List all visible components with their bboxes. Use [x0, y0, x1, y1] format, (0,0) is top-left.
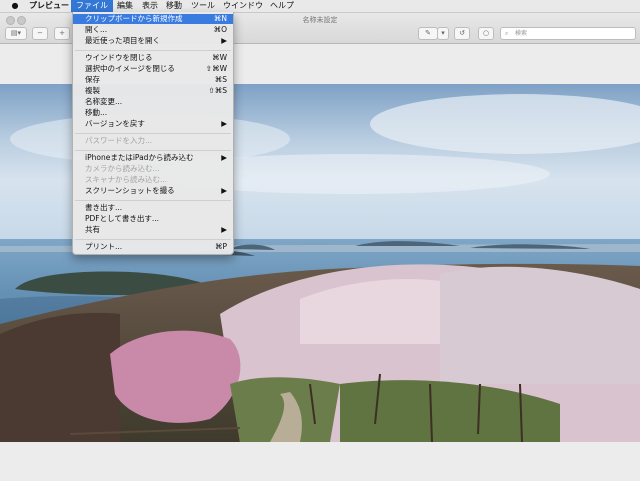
- menu-separator: [75, 239, 231, 240]
- menu-separator: [75, 133, 231, 134]
- submenu-arrow-icon: ▶: [221, 153, 227, 162]
- submenu-arrow-icon: ▶: [221, 36, 227, 45]
- menu-item-enter-password: パスワードを入力...: [85, 136, 153, 145]
- markup-dropdown-icon[interactable]: ▾: [437, 27, 449, 40]
- submenu-arrow-icon: ▶: [221, 225, 227, 234]
- apple-menu-icon[interactable]: ●: [10, 0, 20, 12]
- menu-tools[interactable]: ツール: [186, 0, 220, 12]
- rotate-icon[interactable]: ↺: [454, 27, 470, 40]
- menu-separator: [75, 150, 231, 151]
- markup-pen-icon[interactable]: ✎: [418, 27, 438, 40]
- menu-edit[interactable]: 編集: [112, 0, 138, 12]
- menu-item-new-from-clipboard[interactable]: クリップボードから新規作成 ⌘N: [73, 14, 233, 24]
- search-placeholder: 検索: [515, 30, 528, 37]
- annotate-icon[interactable]: ○: [478, 27, 494, 40]
- search-field[interactable]: ⌕ 検索: [500, 27, 636, 40]
- submenu-arrow-icon: ▶: [221, 119, 227, 128]
- menu-item-rename[interactable]: 名称変更...: [73, 97, 233, 107]
- menu-separator: [75, 200, 231, 201]
- menu-go[interactable]: 移動: [161, 0, 187, 12]
- menu-item-save[interactable]: 保存 ⌘S: [73, 75, 233, 85]
- menu-item-import-from-scanner: スキャナから読み込む...: [85, 175, 168, 184]
- menu-item-export-as-pdf[interactable]: PDFとして書き出す...: [73, 214, 233, 224]
- sidebar-toggle-button[interactable]: ▤▾: [5, 27, 27, 40]
- menu-item-share[interactable]: 共有 ▶: [73, 225, 233, 235]
- zoom-in-button[interactable]: +: [54, 27, 70, 40]
- file-menu-dropdown: クリップボードから新規作成 ⌘N 開く... ⌘O 最近使った項目を開く ▶ ウ…: [72, 12, 234, 255]
- menu-file[interactable]: ファイル: [71, 0, 113, 12]
- menu-item-duplicate[interactable]: 複製 ⇧⌘S: [73, 86, 233, 96]
- menu-item-revert-to[interactable]: バージョンを戻す ▶: [73, 119, 233, 129]
- menu-preview[interactable]: プレビュー: [24, 0, 74, 12]
- zoom-out-button[interactable]: −: [32, 27, 48, 40]
- menu-item-close-window[interactable]: ウインドウを閉じる ⌘W: [73, 53, 233, 63]
- menu-item-import-from-camera: カメラから読み込む...: [85, 164, 160, 173]
- search-icon: ⌕: [505, 30, 509, 37]
- menu-item-move[interactable]: 移動...: [73, 108, 233, 118]
- menu-window[interactable]: ウインドウ: [218, 0, 268, 12]
- menu-item-print[interactable]: プリント... ⌘P: [73, 242, 233, 252]
- menu-view[interactable]: 表示: [137, 0, 163, 12]
- menu-item-take-screenshot[interactable]: スクリーンショットを撮る ▶: [73, 186, 233, 196]
- submenu-arrow-icon: ▶: [221, 186, 227, 195]
- menu-separator: [75, 50, 231, 51]
- menu-item-import-from-iphone[interactable]: iPhoneまたはiPadから読み込む ▶: [73, 153, 233, 163]
- menu-item-open-recent[interactable]: 最近使った項目を開く ▶: [73, 36, 233, 46]
- canvas-background-bottom: [0, 442, 640, 481]
- menu-item-export[interactable]: 書き出す...: [73, 203, 233, 213]
- menu-help[interactable]: ヘルプ: [265, 0, 299, 12]
- menu-item-close-selected-image[interactable]: 選択中のイメージを閉じる ⇧⌘W: [73, 64, 233, 74]
- menu-item-open[interactable]: 開く... ⌘O: [73, 25, 233, 35]
